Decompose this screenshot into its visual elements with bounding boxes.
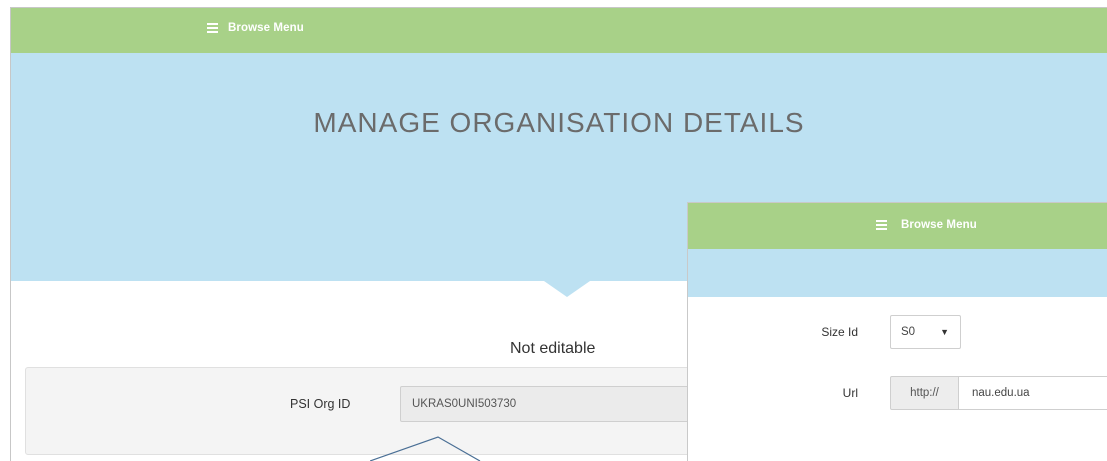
section-heading: Not editable: [510, 340, 596, 357]
hamburger-icon: [876, 220, 887, 230]
caret-down-icon: ▼: [940, 327, 949, 337]
overlay-browse-menu-button[interactable]: Browse Menu: [876, 219, 977, 231]
url-input[interactable]: nau.edu.ua: [958, 376, 1107, 410]
browse-menu-label: Browse Menu: [228, 22, 304, 34]
size-id-select[interactable]: S0 ▼: [890, 315, 961, 349]
browse-menu-button[interactable]: Browse Menu: [207, 22, 304, 34]
hamburger-icon: [207, 23, 218, 33]
psi-org-id-label: PSI Org ID: [290, 397, 351, 411]
size-id-label: Size Id: [821, 325, 858, 339]
overlay-hero-banner: [688, 249, 1107, 297]
overlay-browse-menu-label: Browse Menu: [901, 219, 977, 231]
callout-pointer-icon: [370, 436, 481, 461]
page-title: MANAGE ORGANISATION DETAILS: [313, 107, 805, 138]
overlay-window: Browse Menu Size Id S0 ▼ Url http:// nau…: [687, 202, 1107, 461]
overlay-top-navigation-bar: Browse Menu: [688, 203, 1107, 249]
psi-org-id-field[interactable]: UKRAS0UNI503730: [400, 386, 700, 422]
top-navigation-bar: Browse Menu: [11, 8, 1107, 53]
url-label: Url: [842, 386, 858, 400]
size-id-value: S0: [901, 326, 916, 338]
hero-notch-decoration: [544, 281, 590, 297]
url-protocol-addon: http://: [890, 376, 959, 410]
